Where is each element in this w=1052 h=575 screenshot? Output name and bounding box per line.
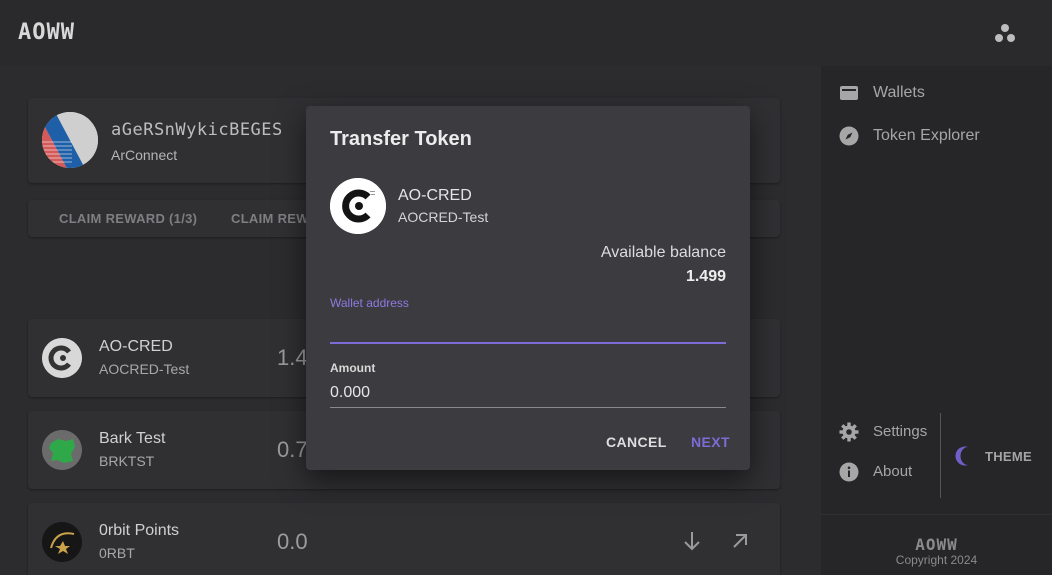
bark-token-icon	[42, 430, 82, 470]
sidebar-item-label: About	[873, 463, 913, 480]
token-name: AO-CRED	[99, 338, 173, 355]
wallet-address-underline	[330, 342, 726, 344]
token-ticker: BRKTST	[99, 453, 155, 469]
wallet-icon	[839, 83, 859, 103]
divider	[940, 413, 941, 498]
sidebar-item-label: Token Explorer	[873, 127, 980, 144]
apps-dots-icon[interactable]	[993, 24, 1017, 44]
compass-icon	[839, 126, 859, 146]
cancel-button[interactable]: CANCEL	[606, 434, 667, 450]
transfer-token-dialog: Transfer Token AO-CRED AOCRED-Test Avail…	[306, 106, 750, 470]
dialog-token-name: AO-CRED	[398, 187, 472, 204]
dialog-title: Transfer Token	[330, 128, 472, 150]
token-ticker: AOCRED-Test	[99, 361, 190, 377]
claim-reward-button-2[interactable]: CLAIM REW	[231, 211, 309, 226]
amount-underline	[330, 407, 726, 408]
sidebar: Wallets Token Explorer Settings About TH…	[821, 66, 1052, 575]
token-name: 0rbit Points	[99, 522, 180, 539]
sidebar-item-wallets[interactable]: Wallets	[839, 81, 1039, 105]
gear-icon	[839, 422, 859, 442]
orbit-token-icon	[42, 522, 82, 562]
sidebar-item-token-explorer[interactable]: Token Explorer	[839, 124, 1039, 148]
sidebar-item-about[interactable]: About	[839, 460, 939, 484]
ao-cred-token-icon	[330, 178, 386, 234]
token-row[interactable]: 0rbit Points 0RBT 0.0	[28, 503, 780, 575]
theme-toggle-button[interactable]: THEME	[954, 443, 1044, 469]
receive-arrow-icon[interactable]	[678, 527, 706, 555]
token-balance: 0.7	[277, 437, 308, 462]
claim-reward-button[interactable]: CLAIM REWARD (1/3)	[59, 211, 197, 226]
copyright-text: Copyright 2024	[895, 553, 978, 567]
info-icon	[839, 462, 859, 482]
send-arrow-icon[interactable]	[726, 527, 754, 555]
theme-label: THEME	[985, 449, 1032, 464]
wallet-avatar	[42, 112, 98, 168]
wallet-address[interactable]: aGeRSnWykicBEGES	[111, 120, 283, 140]
app-header: AOWW	[0, 0, 1052, 66]
amount-label: Amount	[330, 361, 376, 375]
amount-field: Amount	[330, 360, 726, 410]
wallet-address-input[interactable]	[330, 314, 726, 342]
token-balance: 0.0	[277, 529, 308, 554]
next-button[interactable]: NEXT	[691, 434, 730, 450]
token-balance: 1.4	[277, 345, 308, 370]
token-ticker: 0RBT	[99, 545, 135, 561]
sidebar-footer: AOWW Copyright 2024	[821, 514, 1052, 575]
moon-icon	[954, 445, 974, 467]
sidebar-item-label: Settings	[873, 423, 928, 440]
app-logo[interactable]: AOWW	[18, 20, 75, 45]
footer-logo: AOWW	[915, 535, 958, 554]
token-name: Bark Test	[99, 430, 166, 447]
wallet-provider: ArConnect	[111, 147, 178, 163]
wallet-address-field: Wallet address	[330, 296, 726, 346]
available-balance-label: Available balance	[600, 244, 726, 261]
sidebar-item-label: Wallets	[873, 84, 925, 101]
dialog-token-ticker: AOCRED-Test	[398, 209, 489, 225]
sidebar-item-settings[interactable]: Settings	[839, 420, 939, 444]
amount-input[interactable]	[330, 379, 726, 407]
available-balance-value: 1.499	[685, 268, 726, 285]
ao-cred-token-icon	[42, 338, 82, 378]
wallet-address-label: Wallet address	[330, 296, 409, 310]
